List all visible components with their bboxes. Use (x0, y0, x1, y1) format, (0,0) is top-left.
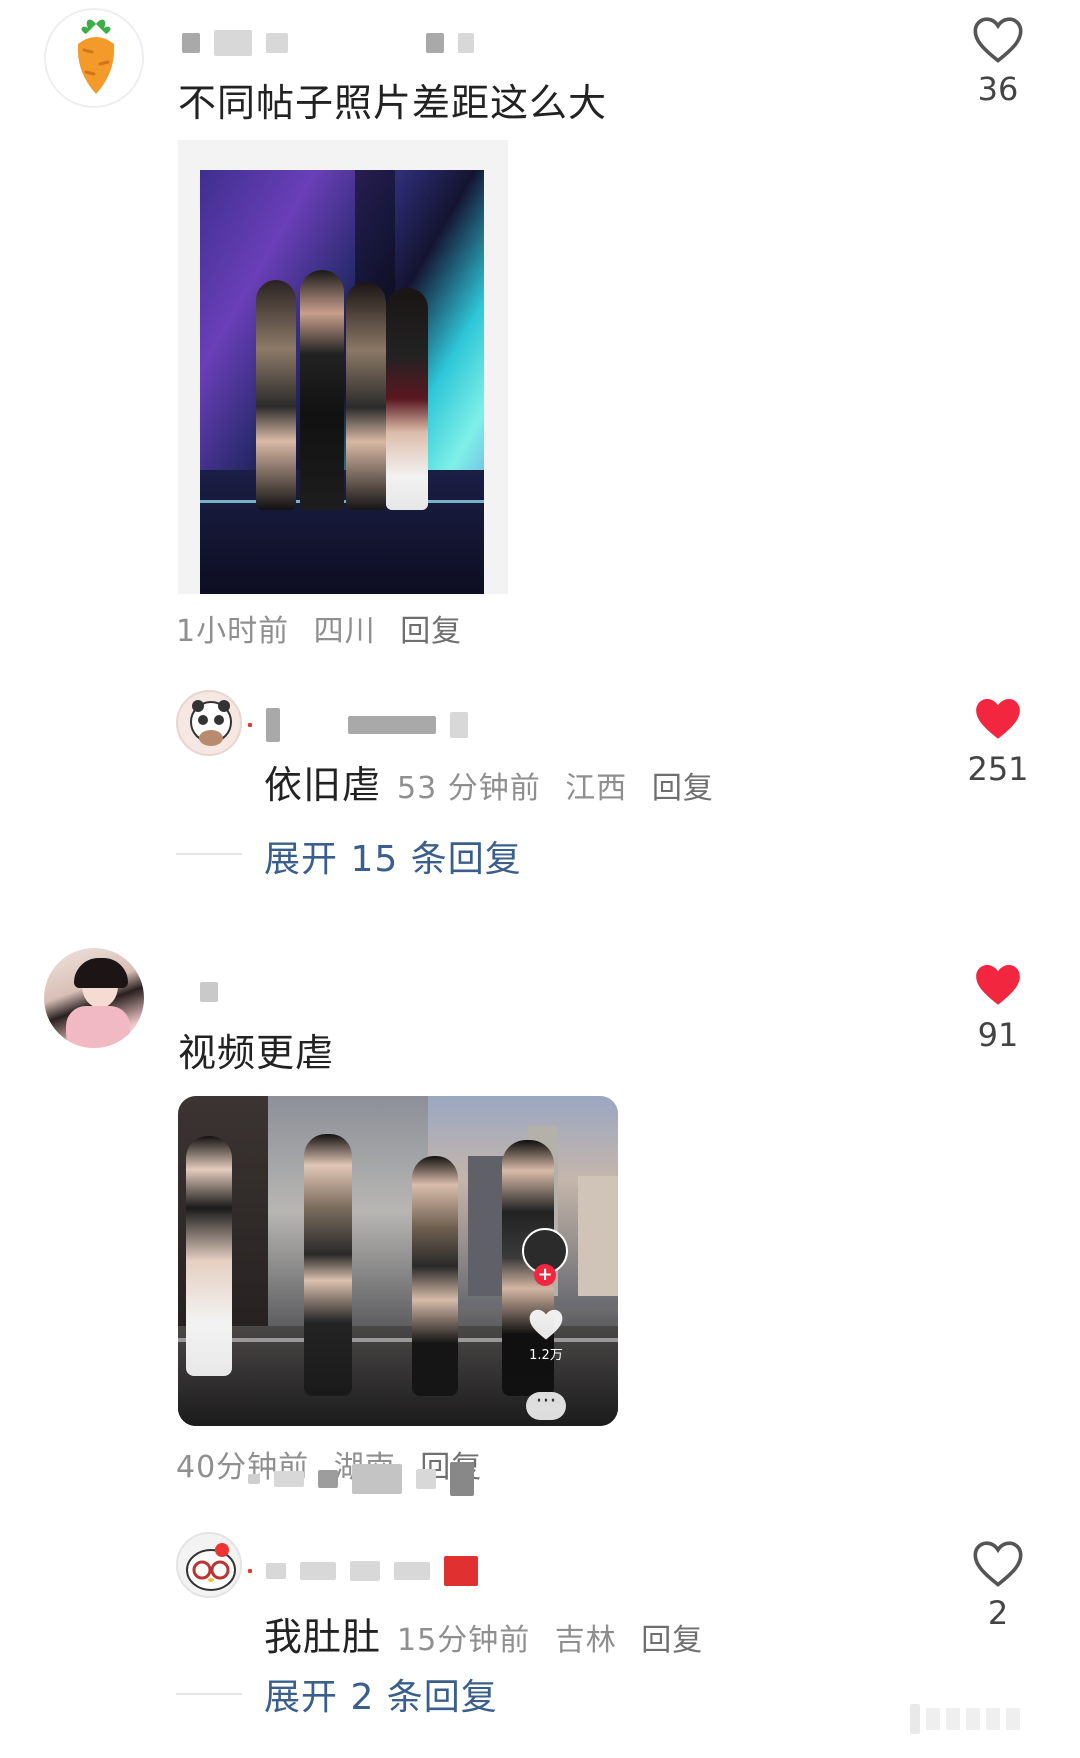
username-blurred[interactable] (200, 982, 218, 1002)
comment-item: 视频更虐 91 + 1.2万 ··· 40分钟前 湖南 回复 (0, 940, 1080, 1758)
like-count: 36 (977, 70, 1019, 108)
more-icon[interactable]: ··· (526, 1391, 566, 1420)
user-avatar[interactable] (44, 8, 144, 108)
reply-avatar[interactable] (176, 690, 242, 756)
comment-time: 1小时前 (176, 614, 290, 649)
heart-filled-icon (976, 965, 1020, 1005)
reply-text: 我肚肚 (264, 1615, 382, 1659)
heart-outline-icon (973, 1541, 1023, 1587)
reply-time: 15分钟前 (397, 1623, 531, 1658)
comment-photo[interactable] (178, 140, 508, 594)
comment-meta: 1小时前 四川 回复 (176, 606, 476, 650)
like-button[interactable]: 251 (958, 694, 1038, 804)
reply-avatar[interactable] (176, 1532, 242, 1598)
reply-link[interactable]: 回复 (652, 771, 714, 806)
like-count: 91 (977, 1016, 1019, 1054)
reply-link[interactable]: 回复 (641, 1623, 703, 1658)
like-count: 251 (967, 750, 1029, 788)
reply-time: 53 分钟前 (397, 771, 541, 806)
like-button[interactable]: 2 (958, 1538, 1038, 1648)
comment-text: 不同帖子照片差距这么大 (178, 81, 608, 125)
heart-outline-icon (973, 17, 1023, 63)
expand-replies-button[interactable]: 展开 15 条回复 (264, 830, 522, 882)
reply-location: 江西 (565, 771, 628, 806)
reply-item: 依旧虐 53 分钟前 江西 回复 251 (0, 680, 1080, 820)
blur-overlay (248, 1462, 474, 1496)
carrot-avatar-icon (77, 19, 115, 94)
comment-location: 四川 (313, 614, 376, 649)
plus-icon[interactable]: + (534, 1264, 556, 1286)
user-avatar[interactable] (44, 948, 144, 1048)
expand-replies-button[interactable]: 展开 2 条回复 (264, 1668, 498, 1720)
video-like-count: 1.2万 (529, 1348, 563, 1363)
comment-text: 视频更虐 (178, 1031, 335, 1075)
comment-item: 不同帖子照片差距这么大 36 1小时前 四川 回复 依旧虐 53 分钟前 江西 … (0, 0, 1080, 880)
reply-location: 吉林 (554, 1623, 617, 1658)
reply-item: 我肚肚 15分钟前 吉林 回复 2 (0, 1520, 1080, 1670)
heart-filled-icon (976, 699, 1020, 739)
comment-video[interactable]: + 1.2万 ··· (178, 1096, 618, 1426)
reply-username-blurred[interactable] (248, 708, 468, 742)
username-blurred[interactable] (182, 30, 474, 56)
watermark (910, 1704, 1020, 1734)
like-button[interactable]: 36 (958, 14, 1038, 124)
reply-link[interactable]: 回复 (400, 614, 462, 649)
reply-text: 依旧虐 (264, 763, 382, 807)
like-count: 2 (987, 1594, 1009, 1632)
divider-line (176, 853, 242, 855)
divider-line (176, 1693, 242, 1695)
reply-username-blurred[interactable] (248, 1556, 478, 1586)
like-button[interactable]: 91 (958, 960, 1038, 1070)
heart-outline-icon[interactable] (526, 1306, 566, 1342)
